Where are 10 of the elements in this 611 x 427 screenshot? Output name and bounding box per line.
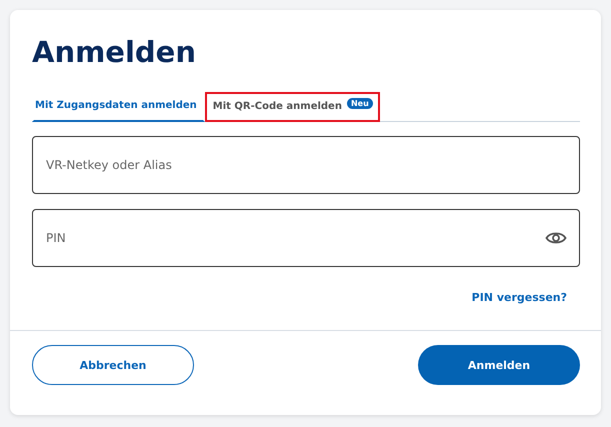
forgot-pin-link[interactable]: PIN vergessen?	[472, 291, 567, 304]
login-button[interactable]: Anmelden	[418, 345, 580, 385]
cancel-button[interactable]: Abbrechen	[32, 345, 194, 385]
dialog-title: Anmelden	[32, 34, 197, 70]
input-field[interactable]: VR-Netkey oder Alias	[32, 136, 580, 194]
input-field[interactable]: PIN	[32, 209, 580, 267]
eye-icon[interactable]	[545, 231, 567, 245]
tab[interactable]: Mit QR-Code anmelden Neu	[204, 92, 380, 122]
new-badge: Neu	[346, 98, 373, 109]
tab[interactable]: Mit Zugangsdaten anmelden	[32, 92, 205, 122]
